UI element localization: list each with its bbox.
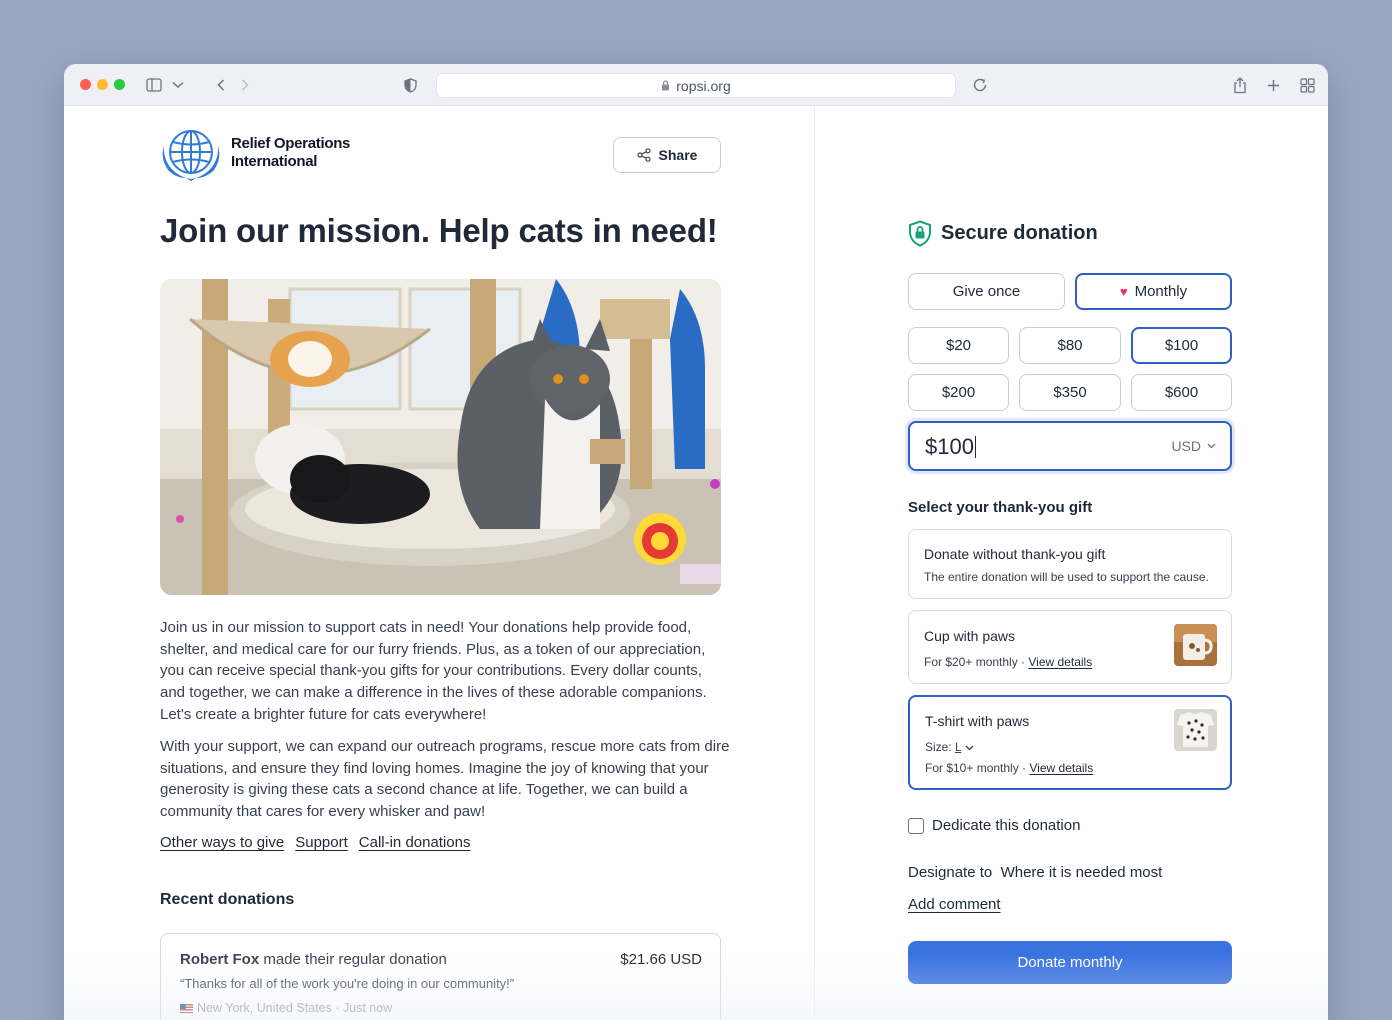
donation-form: Secure donation Give once ♥ Monthly $20 … xyxy=(815,106,1328,1020)
org-logo-globe-icon xyxy=(162,130,220,181)
donation-meta: New York, United States · Just now xyxy=(180,1001,392,1015)
address-bar[interactable]: ropsi.org xyxy=(436,73,956,98)
amount-100-button[interactable]: $100 xyxy=(1131,327,1232,364)
org-name: Relief Operations International xyxy=(231,135,350,171)
cup-thumbnail xyxy=(1174,624,1217,666)
call-in-donations-link[interactable]: Call-in donations xyxy=(359,834,471,851)
gift-none-title: Donate without thank-you gift xyxy=(924,546,1106,562)
donate-monthly-button[interactable]: Donate monthly xyxy=(908,941,1232,984)
gift-cup-desc: For $20+ monthly xyxy=(924,655,1018,669)
zoom-window-button[interactable] xyxy=(114,79,125,90)
gift-tshirt-terms: For $10+ monthly · View details xyxy=(925,761,1094,775)
hero-cats-photo xyxy=(160,279,721,595)
gift-section-title: Select your thank-you gift xyxy=(908,499,1093,516)
give-once-label: Give once xyxy=(952,283,1021,300)
designate-label: Designate to xyxy=(908,864,993,881)
dedicate-checkbox-row[interactable]: Dedicate this donation xyxy=(908,817,1080,834)
tab-overview-icon[interactable] xyxy=(1297,75,1317,95)
dedicate-checkbox[interactable] xyxy=(908,817,924,834)
gift-cup-title: Cup with paws xyxy=(924,628,1016,644)
org-name-line1: Relief Operations xyxy=(231,135,351,152)
shield-lock-icon xyxy=(909,220,931,247)
back-icon[interactable] xyxy=(211,75,231,95)
url-text: ropsi.org xyxy=(676,77,731,94)
amount-20-button[interactable]: $20 xyxy=(908,327,1009,364)
chevron-down-icon xyxy=(1207,443,1216,449)
donation-location: New York, United States · Just now xyxy=(197,1001,393,1015)
gift-tshirt-title: T-shirt with paws xyxy=(925,713,1030,729)
lock-icon xyxy=(662,80,670,91)
secure-donation-header: Secure donation xyxy=(908,220,1098,247)
recent-donations-title: Recent donations xyxy=(160,891,295,908)
donor-name: Robert Fox xyxy=(180,951,260,968)
give-once-button[interactable]: Give once xyxy=(908,273,1065,310)
window-controls xyxy=(80,79,125,90)
amount-600-button[interactable]: $600 xyxy=(1131,374,1232,411)
chevron-down-icon xyxy=(965,745,974,751)
secure-donation-title: Secure donation xyxy=(941,222,1098,244)
new-tab-icon[interactable] xyxy=(1263,75,1283,95)
share-button[interactable]: Share xyxy=(613,137,721,173)
sidebar-toggle-icon[interactable] xyxy=(144,75,164,95)
amount-350-button[interactable]: $350 xyxy=(1019,374,1121,411)
cup-view-details-link[interactable]: View details xyxy=(1028,655,1092,669)
add-comment-link[interactable]: Add comment xyxy=(908,896,1001,913)
support-link[interactable]: Support xyxy=(295,834,348,851)
campaign-pane: Relief Operations International Share Jo… xyxy=(64,106,814,1020)
tshirt-size-select[interactable]: Size: L xyxy=(925,740,974,754)
size-value: L xyxy=(955,740,962,754)
gift-option-cup[interactable]: Cup with paws For $20+ monthly · View de… xyxy=(908,610,1232,684)
gift-option-tshirt[interactable]: T-shirt with paws Size: L For $10+ month… xyxy=(908,695,1232,790)
page-title: Join our mission. Help cats in need! xyxy=(160,212,718,249)
share-icon xyxy=(636,148,651,162)
gift-cup-terms: For $20+ monthly · View details xyxy=(924,655,1093,669)
donor-line: Robert Fox made their regular donation xyxy=(180,951,447,968)
mission-paragraph-1: Join us in our mission to support cats i… xyxy=(160,619,707,723)
us-flag-icon xyxy=(180,1003,193,1013)
reload-icon[interactable] xyxy=(970,75,990,95)
amount-80-button[interactable]: $80 xyxy=(1019,327,1121,364)
org-name-line2: International xyxy=(231,153,318,170)
gift-none-desc: The entire donation will be used to supp… xyxy=(924,570,1209,584)
minimize-window-button[interactable] xyxy=(97,79,108,90)
designate-value: Where it is needed most xyxy=(1000,864,1163,881)
share-browser-icon[interactable] xyxy=(1230,75,1250,95)
recent-donation-card: Robert Fox made their regular donation $… xyxy=(160,933,721,1020)
tshirt-view-details-link[interactable]: View details xyxy=(1029,761,1093,775)
donation-action: made their regular donation xyxy=(263,951,447,968)
share-label: Share xyxy=(658,147,698,163)
forward-icon[interactable] xyxy=(235,75,255,95)
donation-amount: $21.66 USD xyxy=(620,951,702,968)
monthly-button[interactable]: ♥ Monthly xyxy=(1075,273,1232,310)
browser-window: ropsi.org Relief Operations Internationa… xyxy=(64,64,1328,1020)
currency-select[interactable]: USD xyxy=(1171,438,1216,454)
close-window-button[interactable] xyxy=(80,79,91,90)
size-label: Size: xyxy=(925,740,952,754)
privacy-shield-icon[interactable] xyxy=(400,75,420,95)
currency-label: USD xyxy=(1171,438,1201,454)
monthly-label: Monthly xyxy=(1134,283,1188,300)
custom-amount-input[interactable]: $100 USD xyxy=(908,421,1232,471)
designate-row[interactable]: Designate to Where it is needed most xyxy=(908,864,1162,881)
gift-tshirt-desc: For $10+ monthly xyxy=(925,761,1019,775)
other-ways-to-give-link[interactable]: Other ways to give xyxy=(160,834,284,851)
dedicate-label: Dedicate this donation xyxy=(932,817,1081,834)
mission-paragraph-2: With your support, we can expand our out… xyxy=(160,738,730,821)
browser-toolbar: ropsi.org xyxy=(64,64,1328,106)
amount-value: $100 xyxy=(925,434,977,460)
chevron-down-icon[interactable] xyxy=(168,75,188,95)
heart-icon: ♥ xyxy=(1119,284,1128,299)
secondary-links: Other ways to give Support Call-in donat… xyxy=(160,834,471,851)
amount-200-button[interactable]: $200 xyxy=(908,374,1009,411)
donation-quote: “Thanks for all of the work you're doing… xyxy=(180,976,515,991)
tshirt-thumbnail xyxy=(1174,709,1217,751)
gift-option-none[interactable]: Donate without thank-you gift The entire… xyxy=(908,529,1232,599)
